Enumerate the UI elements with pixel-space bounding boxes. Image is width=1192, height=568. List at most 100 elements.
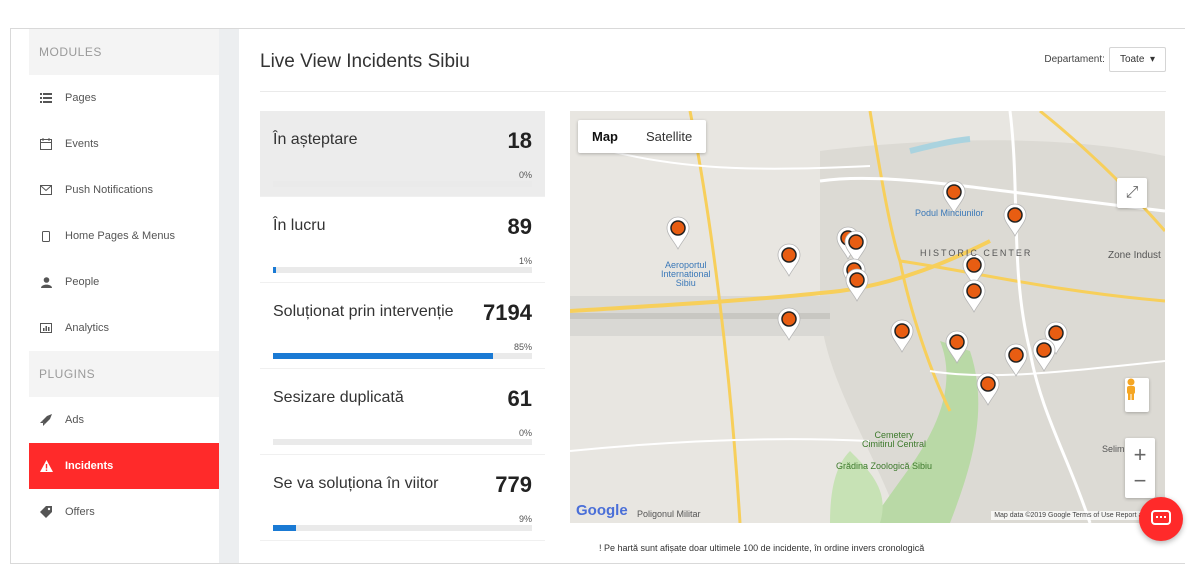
zoom-controls: + − [1125, 438, 1155, 498]
sidebar-item-incidents[interactable]: Incidents [29, 443, 229, 489]
map-label-cemetery: Cemetery Cimitirul Central [862, 430, 927, 449]
map-type-toggle: Map Satellite [578, 120, 707, 153]
sidebar-item-people[interactable]: People [29, 259, 229, 305]
google-logo: Google [576, 502, 628, 519]
stat-count: 89 [507, 214, 532, 239]
sidebar-item-home-pages-menus[interactable]: Home Pages & Menus [29, 213, 229, 259]
stat-progress-bar [273, 439, 532, 445]
stat-percent: 0% [518, 170, 532, 180]
stat-card-duplicate[interactable]: Sesizare duplicată 61 0% [260, 369, 545, 455]
incident-marker[interactable] [777, 243, 801, 277]
stat-name: În așteptare [273, 131, 358, 148]
sidebar-item-analytics[interactable]: Analytics [29, 305, 229, 351]
sidebar-item-label: Home Pages & Menus [65, 230, 176, 242]
user-icon [39, 275, 53, 289]
stat-progress-fill [273, 267, 276, 273]
envelope-icon [39, 183, 53, 197]
tab-map[interactable]: Map [578, 120, 632, 153]
stat-name: Sesizare duplicată [273, 389, 404, 406]
page-title: Live View Incidents Sibiu [260, 51, 470, 72]
map-attribution[interactable]: Map data ©2019 Google Terms of Use Repor… [991, 511, 1161, 520]
sidebar-divider [219, 29, 239, 563]
sidebar-item-offers[interactable]: Offers [29, 489, 229, 535]
sidebar: MODULES Pages Events Push Notifications … [29, 29, 229, 563]
stat-percent: 0% [518, 428, 532, 438]
map-label-podul: Podul Minciunilor [915, 208, 984, 218]
sidebar-item-label: Pages [65, 92, 97, 104]
stat-count: 7194 [483, 300, 532, 325]
pegman-icon [1127, 378, 1135, 400]
stat-percent: 1% [518, 256, 532, 266]
department-value: Toate [1119, 54, 1145, 65]
stat-percent: 85% [513, 342, 532, 352]
stat-card-future[interactable]: Se va soluționa în viitor 779 9% [260, 455, 545, 541]
mobile-icon [39, 229, 53, 243]
map-note: ! Pe hartă sunt afișate doar ultimele 10… [599, 543, 925, 553]
stat-count: 61 [507, 386, 532, 411]
fullscreen-button[interactable]: ⤢ [1117, 178, 1147, 208]
stat-progress-bar [273, 525, 532, 531]
zoom-out-button[interactable]: − [1134, 468, 1147, 494]
stat-name: Soluționat prin intervenție [273, 303, 454, 320]
stat-card-in-progress[interactable]: În lucru 89 1% [260, 197, 545, 283]
expand-icon: ⤢ [1125, 184, 1139, 201]
incident-marker[interactable] [976, 372, 1000, 406]
rocket-icon [39, 413, 53, 427]
incidents-map[interactable]: Map Satellite ⤢ + − Aeroportul Internati… [570, 111, 1165, 523]
stat-progress-fill [273, 353, 494, 359]
chat-icon [1151, 510, 1171, 525]
sidebar-item-label: Offers [65, 506, 95, 518]
department-filter: Departament: Toate ▾ [1044, 47, 1166, 72]
sidebar-item-label: Ads [65, 414, 84, 426]
sidebar-section-modules: MODULES [29, 29, 229, 75]
sidebar-item-label: People [65, 276, 100, 288]
sidebar-edge [11, 29, 29, 563]
bar-chart-icon [39, 321, 53, 335]
stat-card-resolved[interactable]: Soluționat prin intervenție 7194 85% [260, 283, 545, 369]
street-view-button[interactable] [1125, 378, 1149, 412]
sidebar-item-push-notifications[interactable]: Push Notifications [29, 167, 229, 213]
calendar-icon [39, 137, 53, 151]
sidebar-item-label: Events [65, 138, 99, 150]
sidebar-item-events[interactable]: Events [29, 121, 229, 167]
stat-progress-bar [273, 267, 532, 273]
sidebar-item-label: Incidents [65, 460, 114, 472]
incident-marker[interactable] [1032, 338, 1056, 372]
map-label-zone: Zone Indust [1108, 250, 1161, 261]
stat-progress-fill [273, 525, 297, 531]
stat-name: În lucru [273, 217, 326, 234]
incident-marker[interactable] [1004, 343, 1028, 377]
stat-count: 18 [507, 128, 532, 153]
map-label-airport: Aeroportul International Sibiu [661, 260, 711, 288]
stat-card-pending[interactable]: În așteptare 18 0% [260, 111, 545, 197]
chat-button[interactable] [1139, 497, 1183, 541]
sidebar-item-label: Analytics [65, 322, 110, 334]
tab-satellite[interactable]: Satellite [632, 120, 706, 153]
zoom-in-button[interactable]: + [1134, 442, 1147, 468]
department-dropdown[interactable]: Toate ▾ [1108, 47, 1166, 72]
app-frame: MODULES Pages Events Push Notifications … [10, 28, 1185, 564]
incident-marker[interactable] [890, 319, 914, 353]
map-label-historic: HISTORIC CENTER [920, 248, 1033, 258]
stat-count: 779 [495, 472, 532, 497]
list-icon [39, 91, 53, 105]
stat-progress-bar [273, 181, 532, 187]
map-label-poligon: Poligonul Militar [637, 509, 701, 519]
incident-marker[interactable] [845, 268, 869, 302]
stat-name: Se va soluționa în viitor [273, 475, 439, 492]
incident-marker[interactable] [666, 216, 690, 250]
map-label-selim: Selim [1102, 444, 1125, 454]
sidebar-item-label: Push Notifications [65, 184, 154, 196]
tag-icon [39, 505, 53, 519]
department-label: Departament: [1044, 54, 1105, 65]
incident-marker[interactable] [962, 279, 986, 313]
sidebar-item-pages[interactable]: Pages [29, 75, 229, 121]
sidebar-item-ads[interactable]: Ads [29, 397, 229, 443]
sidebar-section-plugins: PLUGINS [29, 351, 229, 397]
incident-marker[interactable] [777, 307, 801, 341]
warning-icon [39, 459, 53, 473]
incident-marker[interactable] [945, 330, 969, 364]
incident-marker[interactable] [1003, 203, 1027, 237]
header-divider [260, 91, 1166, 92]
map-label-zoo: Grădina Zoologică Sibiu [836, 461, 933, 471]
